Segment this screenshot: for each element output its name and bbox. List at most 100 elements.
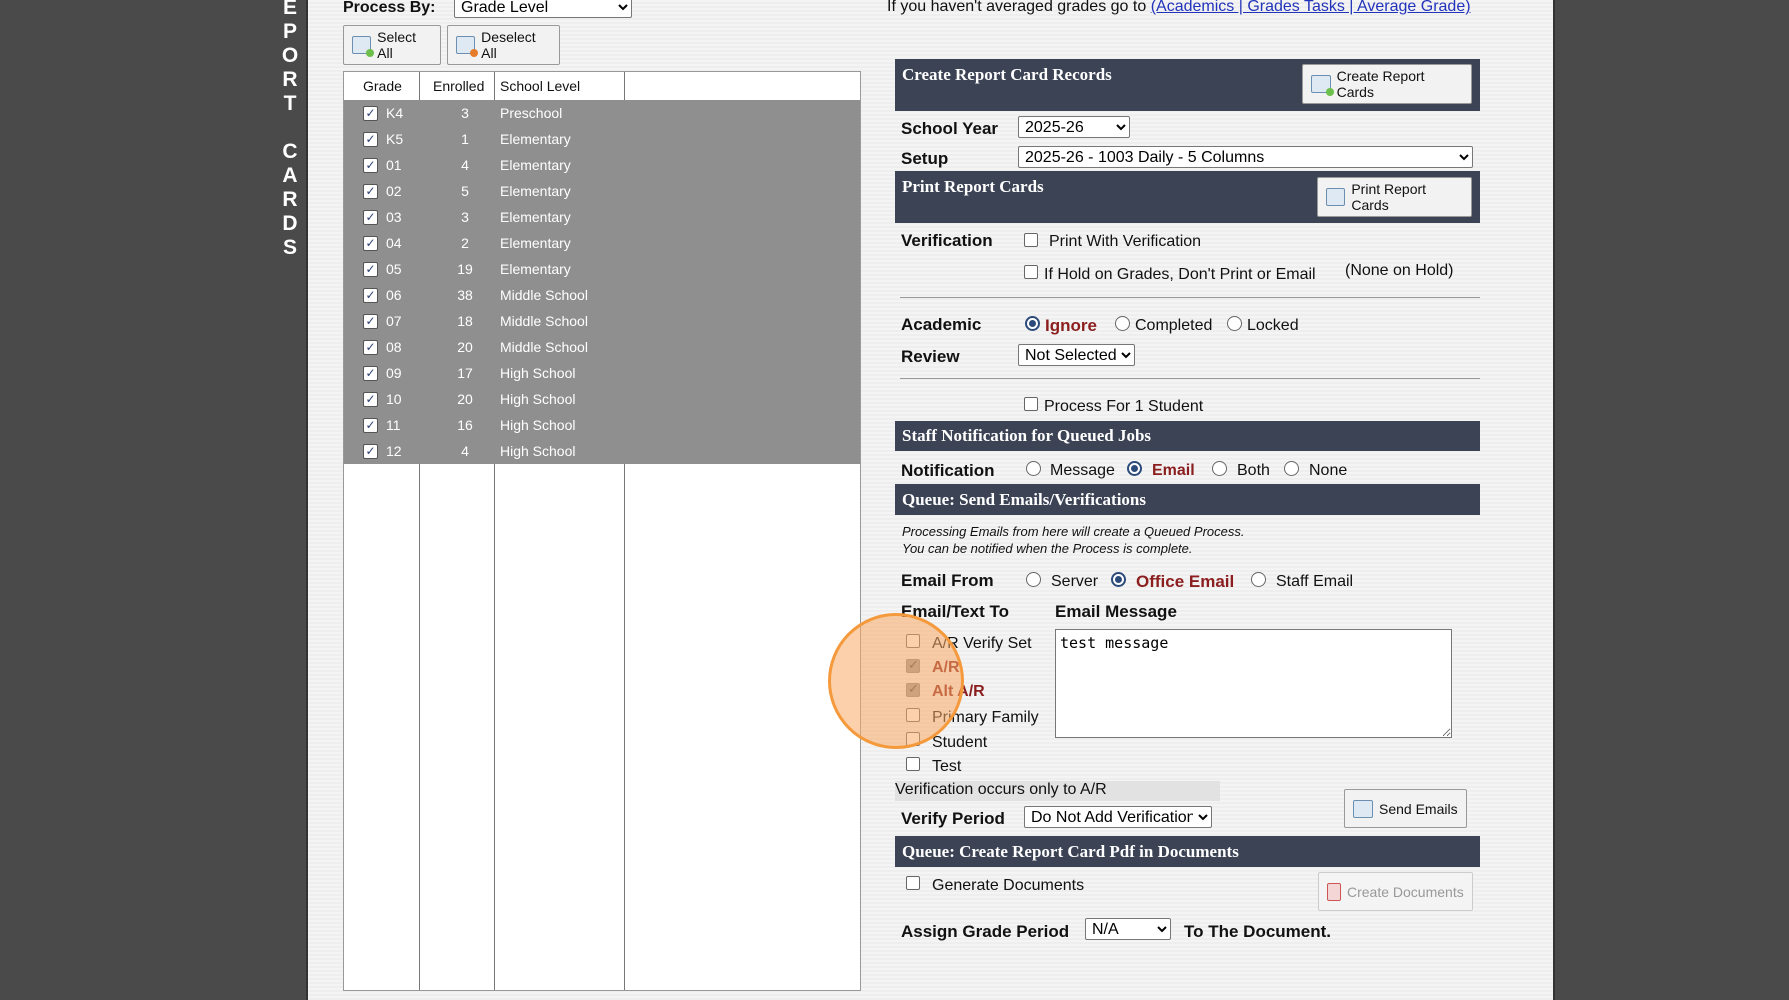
assign-grade-period-select[interactable]: N/A xyxy=(1085,918,1171,940)
grade-cell: 01 xyxy=(386,157,402,173)
school-level-cell: High School xyxy=(500,443,576,459)
grade-cell: 10 xyxy=(386,391,402,407)
table-row[interactable]: ✓ 09 17 High School xyxy=(344,360,860,386)
academic-locked-radio[interactable] xyxy=(1227,316,1242,331)
email-to-label: Email/Text To xyxy=(901,602,1010,621)
sidebar-title-letter: E xyxy=(282,0,297,19)
enrolled-cell: 17 xyxy=(457,365,473,381)
table-row[interactable]: ✓ 08 20 Middle School xyxy=(344,334,860,360)
queue-note-line2: You can be notified when the Process is … xyxy=(902,541,1193,556)
from-office-email-label: Office Email xyxy=(1136,572,1235,591)
grade-row-checkbox[interactable]: ✓ xyxy=(363,418,378,433)
deselect-all-icon xyxy=(456,36,479,57)
grade-cell: 08 xyxy=(386,339,402,355)
create-documents-button[interactable]: Create Documents xyxy=(1318,872,1473,911)
print-section-title: Print Report Cards xyxy=(902,177,1044,196)
printer-icon xyxy=(1326,188,1346,206)
enrolled-cell: 5 xyxy=(461,183,469,199)
generate-documents-label: Generate Documents xyxy=(932,877,1085,894)
recipient-test-checkbox[interactable] xyxy=(906,757,920,771)
sidebar-title-letter: D xyxy=(282,212,298,235)
generate-documents-checkbox[interactable] xyxy=(906,876,920,890)
notify-email-radio[interactable] xyxy=(1127,461,1142,476)
grade-row-checkbox[interactable]: ✓ xyxy=(363,158,378,173)
grade-row-checkbox[interactable]: ✓ xyxy=(363,262,378,277)
table-row[interactable]: ✓ 04 2 Elementary xyxy=(344,230,860,256)
school-level-cell: Elementary xyxy=(500,261,571,277)
grade-cell: 07 xyxy=(386,313,402,329)
academic-completed-radio[interactable] xyxy=(1115,316,1130,331)
grade-row-checkbox[interactable]: ✓ xyxy=(363,314,378,329)
from-server-radio[interactable] xyxy=(1026,572,1041,587)
school-level-cell: High School xyxy=(500,391,576,407)
notify-none-radio[interactable] xyxy=(1284,461,1299,476)
average-grade-link[interactable]: (Academics | Grades Tasks | Average Grad… xyxy=(1151,0,1471,15)
table-row[interactable]: ✓ 10 20 High School xyxy=(344,386,860,412)
from-staff-email-radio[interactable] xyxy=(1251,572,1266,587)
sidebar-title-letter: R xyxy=(282,68,298,91)
divider-2 xyxy=(900,378,1480,379)
table-row[interactable]: ✓ 12 4 High School xyxy=(344,438,860,464)
sidebar-title-letter: P xyxy=(282,20,297,43)
create-report-cards-button[interactable]: Create Report Cards xyxy=(1302,64,1472,104)
recipient-student-checkbox[interactable] xyxy=(906,732,920,746)
sidebar-title-letter: C xyxy=(282,140,298,163)
table-row[interactable]: ✓ 06 38 Middle School xyxy=(344,282,860,308)
recipient-ar-verify-checkbox[interactable] xyxy=(906,634,920,648)
school-level-cell: Elementary xyxy=(500,235,571,251)
table-row[interactable]: ✓ 03 3 Elementary xyxy=(344,204,860,230)
grade-row-checkbox[interactable]: ✓ xyxy=(363,132,378,147)
grade-row-checkbox[interactable]: ✓ xyxy=(363,366,378,381)
print-report-cards-button[interactable]: Print Report Cards xyxy=(1317,177,1472,217)
notification-label: Notification xyxy=(901,461,995,480)
school-level-cell: Elementary xyxy=(500,183,571,199)
process-one-student-checkbox[interactable] xyxy=(1024,397,1038,411)
deselect-all-button[interactable]: Deselect All xyxy=(447,25,560,65)
grade-row-checkbox[interactable]: ✓ xyxy=(363,340,378,355)
grade-row-checkbox[interactable]: ✓ xyxy=(363,444,378,459)
table-row[interactable]: ✓ 11 16 High School xyxy=(344,412,860,438)
grade-row-checkbox[interactable]: ✓ xyxy=(363,106,378,121)
table-row[interactable]: ✓ K4 3 Preschool xyxy=(344,100,860,126)
school-year-select[interactable]: 2025-26 xyxy=(1018,116,1130,138)
print-report-label: Print Report Cards xyxy=(1351,181,1427,213)
setup-select[interactable]: 2025-26 - 1003 Daily - 5 Columns xyxy=(1018,146,1473,168)
email-message-textarea[interactable]: test message xyxy=(1055,629,1452,738)
grade-cell: K5 xyxy=(386,131,404,147)
sidebar-title-letter: S xyxy=(282,236,297,259)
from-office-email-radio[interactable] xyxy=(1111,572,1126,587)
assign-grade-period-label: Assign Grade Period xyxy=(901,922,1070,941)
table-row[interactable]: ✓ 01 4 Elementary xyxy=(344,152,860,178)
school-level-cell: High School xyxy=(500,365,576,381)
verify-period-select[interactable]: Do Not Add Verification xyxy=(1024,806,1212,828)
setup-label: Setup xyxy=(901,149,949,168)
grade-row-checkbox[interactable]: ✓ xyxy=(363,184,378,199)
sidebar-title-letter: A xyxy=(282,164,298,187)
review-select[interactable]: Not Selected xyxy=(1018,344,1135,366)
enrolled-cell: 2 xyxy=(461,235,469,251)
table-row[interactable]: ✓ 02 5 Elementary xyxy=(344,178,860,204)
notify-message-radio[interactable] xyxy=(1026,461,1041,476)
grade-cell: 12 xyxy=(386,443,402,459)
hold-grades-checkbox[interactable] xyxy=(1024,265,1038,279)
grade-row-checkbox[interactable]: ✓ xyxy=(363,392,378,407)
recipient-alt-ar-checkbox[interactable] xyxy=(906,681,920,697)
grade-row-checkbox[interactable]: ✓ xyxy=(363,236,378,251)
review-label: Review xyxy=(901,347,960,366)
print-with-verification-checkbox[interactable] xyxy=(1024,233,1038,247)
send-emails-button[interactable]: Send Emails xyxy=(1344,789,1467,828)
select-all-button[interactable]: Select All xyxy=(343,25,441,65)
academic-ignore-radio[interactable] xyxy=(1025,316,1040,331)
grade-row-checkbox[interactable]: ✓ xyxy=(363,210,378,225)
table-row[interactable]: ✓ 05 19 Elementary xyxy=(344,256,860,282)
recipient-ar-checkbox[interactable] xyxy=(906,657,920,673)
process-by-select[interactable]: Grade Level xyxy=(454,0,632,18)
grade-row-checkbox[interactable]: ✓ xyxy=(363,288,378,303)
sidebar-title-letter: R xyxy=(282,188,298,211)
create-report-icon xyxy=(1311,75,1334,96)
notify-both-radio[interactable] xyxy=(1212,461,1227,476)
table-row[interactable]: ✓ 07 18 Middle School xyxy=(344,308,860,334)
table-row[interactable]: ✓ K5 1 Elementary xyxy=(344,126,860,152)
recipient-primary-family-checkbox[interactable] xyxy=(906,708,920,722)
queue-email-section-bar: Queue: Send Emails/Verifications xyxy=(895,484,1480,515)
